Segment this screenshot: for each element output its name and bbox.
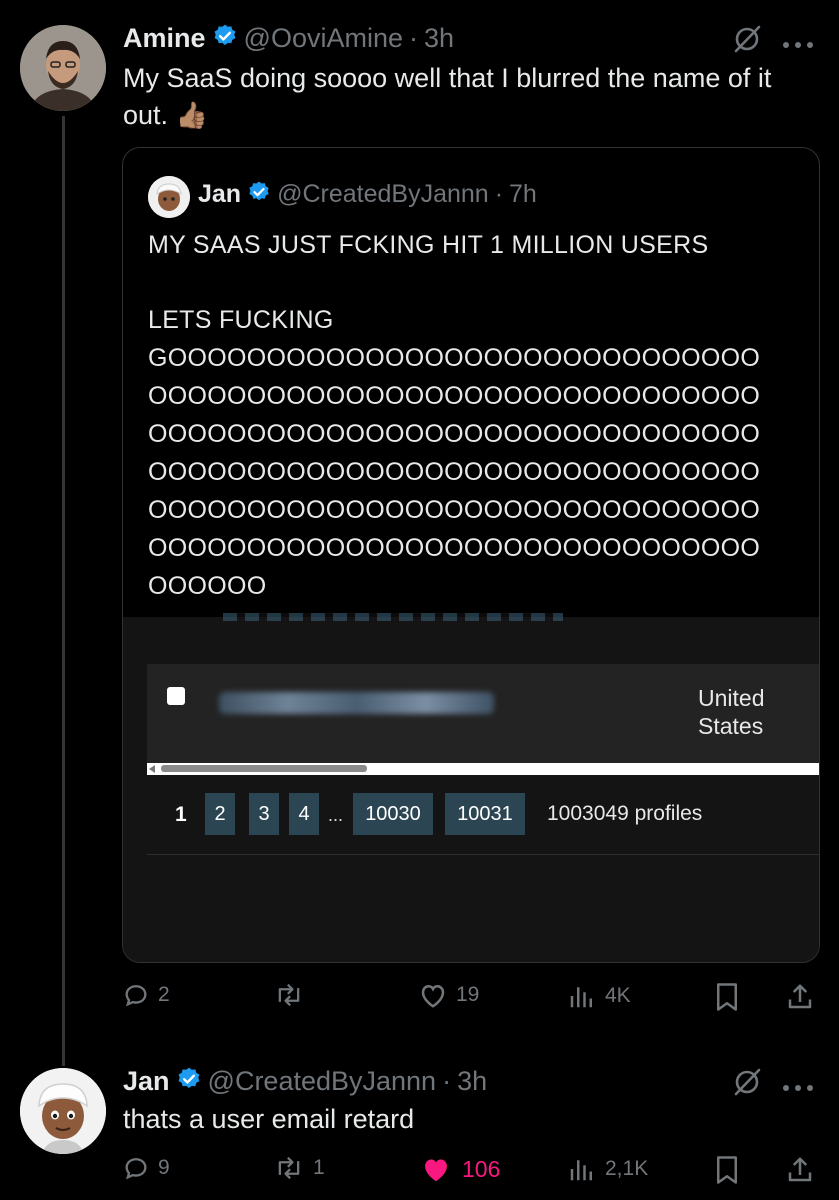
page-10030[interactable]: 10030: [353, 793, 433, 835]
reply-reply-action[interactable]: 9: [122, 1154, 170, 1182]
reply-reply-icon: [125, 1158, 147, 1180]
page-4[interactable]: 4: [289, 793, 319, 835]
reply-repost-action[interactable]: 1: [273, 1154, 325, 1182]
verified-badge-icon: [212, 23, 238, 54]
like-action[interactable]: 19: [418, 981, 479, 1009]
reply-grok-icon[interactable]: [732, 1067, 762, 1097]
pagination-divider: [147, 854, 819, 855]
reply-author-name[interactable]: Jan: [123, 1066, 170, 1097]
quote-image[interactable]: United States 1 2 3 4 ... 10030 10031 10…: [123, 613, 819, 962]
reply-count: 2: [158, 983, 170, 1006]
row-checkbox[interactable]: [167, 687, 185, 705]
share-icon[interactable]: [785, 982, 815, 1017]
views-action[interactable]: 4K: [567, 981, 631, 1011]
tweet-time[interactable]: 3h: [424, 23, 454, 54]
author-avatar[interactable]: [20, 25, 106, 111]
page-1[interactable]: 1: [175, 803, 187, 827]
reply-text: thats a user email retard: [123, 1104, 415, 1134]
horizontal-scrollbar[interactable]: [147, 763, 819, 775]
quote-time: 7h: [509, 179, 537, 208]
reply-author-handle[interactable]: @CreatedByJannn: [208, 1066, 437, 1097]
more-options-icon[interactable]: [782, 36, 814, 48]
reply-action[interactable]: 2: [122, 981, 170, 1009]
reply-like-action[interactable]: 106: [418, 1154, 500, 1184]
page-10031[interactable]: 10031: [445, 793, 525, 835]
page-3[interactable]: 3: [249, 793, 279, 835]
profiles-count: 1003049 profiles: [547, 802, 703, 825]
table-row: United States: [147, 664, 819, 764]
views-count: 4K: [605, 984, 631, 1007]
quote-author-name: Jan: [198, 179, 242, 208]
reply-repost-count: 1: [313, 1156, 325, 1179]
reply-like-count: 106: [462, 1155, 501, 1182]
heart-icon: [421, 984, 445, 1008]
repost-action[interactable]: [273, 981, 313, 1009]
bookmark-icon[interactable]: [713, 982, 741, 1017]
quote-separator-dot: ·: [494, 179, 504, 208]
reply-icon: [125, 985, 147, 1007]
separator-dot: ·: [409, 22, 418, 53]
tweet-text-content: My SaaS doing soooo well that I blurred …: [123, 63, 772, 130]
quote-line-2: LETS FUCKING: [148, 306, 334, 334]
page-ellipsis: ...: [328, 805, 344, 825]
author-handle[interactable]: @OoviAmine: [244, 23, 403, 54]
country-cell: United States: [698, 685, 765, 739]
quote-verified-badge-icon: [247, 180, 271, 209]
quote-author-handle: @CreatedByJannn: [277, 179, 489, 208]
reply-repost-icon: [278, 1156, 300, 1180]
quoted-tweet[interactable]: Jan @CreatedByJannn · 7h MY SAAS JUST FC…: [122, 147, 820, 963]
author-name[interactable]: Amine: [123, 23, 206, 54]
reply-views-action[interactable]: 2,1K: [567, 1154, 648, 1184]
quote-line-1: MY SAAS JUST FCKING HIT 1 MILLION USERS: [148, 231, 709, 259]
repost-icon: [278, 983, 300, 1007]
views-icon: [570, 987, 592, 1008]
pagination: 1 2 3 4 ... 10030 10031 1003049 profiles: [147, 793, 819, 843]
scrollbar-thumb[interactable]: [161, 765, 367, 772]
grok-icon[interactable]: [732, 24, 762, 54]
reply-views-icon: [570, 1160, 592, 1181]
reply-reply-count: 9: [158, 1156, 170, 1179]
quote-author-avatar: [148, 176, 190, 218]
page-2[interactable]: 2: [205, 793, 235, 835]
reply-heart-filled-icon: [425, 1159, 447, 1182]
thread-line: [62, 116, 65, 1066]
thumbs-up-emoji: 👍🏽: [175, 100, 208, 130]
reply-time[interactable]: 3h: [457, 1066, 487, 1097]
quote-go-text: GOOOOOOOOOOOOOOOOOOOOOOOOOOOOOOOOOOOOOOO…: [148, 344, 761, 600]
reply-separator-dot: ·: [442, 1065, 452, 1096]
reply-views-count: 2,1K: [605, 1157, 649, 1180]
cropped-top-row: [223, 613, 563, 621]
tweet-header: Amine @OoviAmine · 3h: [123, 20, 454, 56]
reply-header: Jan @CreatedByJannn · 3h: [123, 1063, 487, 1099]
reply-verified-badge-icon: [176, 1066, 202, 1097]
like-count: 19: [456, 983, 480, 1006]
reply-share-icon[interactable]: [785, 1155, 815, 1190]
blurred-email: [219, 692, 494, 714]
reply-bookmark-icon[interactable]: [713, 1155, 741, 1190]
quote-header: Jan @CreatedByJannn · 7h: [198, 176, 537, 212]
scroll-left-arrow-icon[interactable]: [149, 765, 155, 773]
reply-author-avatar[interactable]: [20, 1068, 106, 1154]
tweet-text: My SaaS doing soooo well that I blurred …: [123, 60, 823, 134]
reply-more-options-icon[interactable]: [782, 1079, 814, 1091]
